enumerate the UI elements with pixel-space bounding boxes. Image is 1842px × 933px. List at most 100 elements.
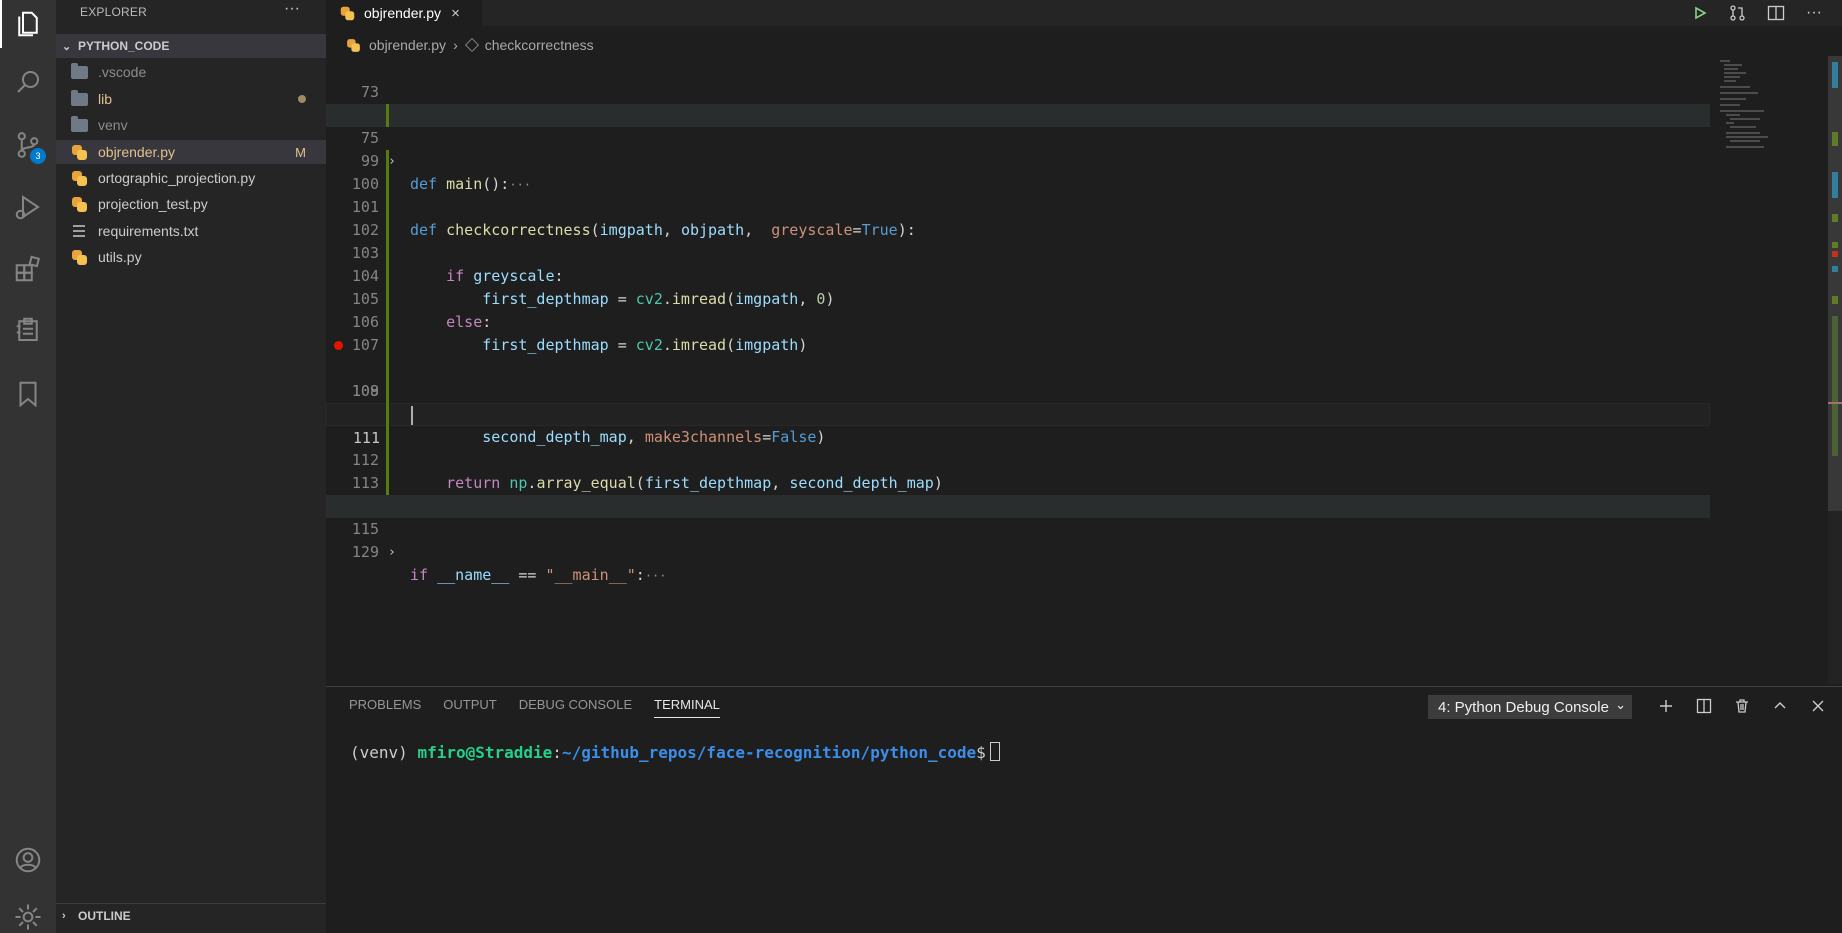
tree-item-label: ortographic_projection.py <box>98 170 256 186</box>
terminal-selector[interactable]: 4: Python Debug Console ⌄ <box>1428 695 1632 719</box>
tree-item-venv[interactable]: venv <box>56 113 326 137</box>
tab-terminal[interactable]: TERMINAL <box>654 697 720 718</box>
tab-debug-console[interactable]: DEBUG CONSOLE <box>519 697 632 718</box>
terminal-user: mfiro@Straddie <box>417 743 553 762</box>
panel-actions <box>1656 695 1828 717</box>
code-line: 113 <box>326 449 1710 492</box>
run-python-button[interactable] <box>1690 3 1710 23</box>
code-editor[interactable]: 73 74 75 › def main():··· 99 100 101 def… <box>326 58 1842 684</box>
folder-icon <box>70 115 88 133</box>
tree-item-projection-test[interactable]: projection_test.py <box>56 192 326 216</box>
folder-header[interactable]: ⌄ PYTHON_CODE <box>56 34 326 58</box>
terminal-path: ~/github_repos/face-recognition/python_c… <box>561 743 977 762</box>
python-file-icon <box>70 170 88 186</box>
code-line: 108 second_depth_map, _ = render_3DModel… <box>326 334 1710 423</box>
tree-item-label: utils.py <box>98 249 142 265</box>
terminal-selector-value: 4: Python Debug Console <box>1438 698 1609 716</box>
code-line: 99 <box>326 127 1710 170</box>
more-actions-icon[interactable]: ··· <box>1804 3 1824 23</box>
chevron-right-icon: › <box>453 37 458 53</box>
code-line: 115 › if __name__ == "__main__":··· <box>326 495 1710 584</box>
breadcrumb-symbol[interactable]: checkcorrectness <box>485 37 594 53</box>
files-icon[interactable] <box>0 0 56 48</box>
tree-item-requirements[interactable]: requirements.txt <box>56 219 326 243</box>
tree-item-label: lib <box>98 91 113 107</box>
split-terminal-button[interactable] <box>1694 695 1714 717</box>
folder-icon <box>70 89 88 107</box>
bookmark-icon[interactable] <box>0 370 56 418</box>
bottom-panel: PROBLEMS OUTPUT DEBUG CONSOLE TERMINAL 4… <box>326 686 1842 933</box>
modified-dot-icon <box>298 95 306 103</box>
folder-name: PYTHON_CODE <box>78 39 170 53</box>
more-actions-icon[interactable]: ··· <box>284 0 300 18</box>
breadcrumb: objrender.py › checkcorrectness <box>326 34 594 56</box>
sidebar-title: EXPLORER <box>80 5 147 19</box>
maximize-panel-button[interactable] <box>1770 695 1790 717</box>
text-file-icon <box>70 223 88 239</box>
chevron-down-icon: ⌄ <box>62 40 72 53</box>
trash-icon[interactable] <box>1732 695 1752 717</box>
split-editor-icon[interactable] <box>1766 3 1786 23</box>
code-line: 105 else: <box>326 265 1710 331</box>
python-file-icon <box>70 249 88 265</box>
extensions-icon[interactable] <box>0 245 56 293</box>
run-debug-icon[interactable] <box>0 183 56 231</box>
tree-item-label: objrender.py <box>98 144 176 160</box>
tree-item-vscode[interactable]: .vscode <box>56 60 326 84</box>
code-line: 100 <box>326 150 1710 193</box>
source-control-icon[interactable]: 3 <box>0 121 56 169</box>
source-control-badge: 3 <box>30 148 46 164</box>
code-line: 101 def checkcorrectness(imgpath, objpat… <box>326 173 1710 239</box>
tree-item-objrender[interactable]: objrender.py M <box>56 140 326 164</box>
tab-objrender[interactable]: objrender.py × <box>326 0 482 26</box>
python-file-icon <box>70 196 88 212</box>
editor-scrollbar[interactable] <box>1828 56 1842 511</box>
code-line: 112 return np.array_equal(first_depthmap… <box>326 426 1710 492</box>
code-line-current: 111 <box>326 403 1710 447</box>
close-icon[interactable]: × <box>451 5 460 22</box>
explorer-sidebar: EXPLORER ··· ⌄ PYTHON_CODE .vscode lib v… <box>56 0 326 933</box>
outline-header[interactable]: › OUTLINE <box>56 903 326 927</box>
fold-chevron-icon[interactable]: › <box>388 541 396 564</box>
python-file-icon <box>340 6 355 20</box>
git-modified-marker <box>386 104 389 127</box>
tree-item-label: .vscode <box>98 64 147 80</box>
folded-ellipsis[interactable]: ··· <box>645 569 667 583</box>
code-line: 106 first_depthmap = cv2.imread(imgpath) <box>326 288 1710 354</box>
open-changes-icon[interactable] <box>1728 3 1748 23</box>
code-line: 73 <box>326 58 1710 101</box>
tree-item-utils[interactable]: utils.py <box>56 245 326 269</box>
tree-item-label: projection_test.py <box>98 196 208 212</box>
gear-icon[interactable] <box>0 893 56 933</box>
code-line: 74 <box>326 81 1710 124</box>
python-file-icon <box>347 38 360 52</box>
minimap[interactable] <box>1720 56 1820 156</box>
breadcrumb-file[interactable]: objrender.py <box>369 37 446 53</box>
code-line: 104 first_depthmap = cv2.imread(imgpath,… <box>326 242 1710 308</box>
code-line: 109 second_depth_map = depth_map_preproc… <box>326 357 1710 423</box>
terminal-cursor <box>989 742 1000 761</box>
line-number: 129 <box>351 543 379 561</box>
tab-problems[interactable]: PROBLEMS <box>349 697 421 718</box>
tree-item-lib[interactable]: lib <box>56 87 326 111</box>
code-line: 102 <box>326 196 1710 239</box>
tree-item-ortographic-projection[interactable]: ortographic_projection.py <box>56 166 326 190</box>
code-line: 129 <box>326 518 1710 561</box>
tab-output[interactable]: OUTPUT <box>443 697 496 718</box>
new-terminal-button[interactable] <box>1656 695 1676 717</box>
terminal-prompt-line[interactable]: (venv) mfiro@Straddie:~/github_repos/fac… <box>350 742 1000 762</box>
close-panel-button[interactable] <box>1808 695 1828 717</box>
code-line: 103 if greyscale: <box>326 219 1710 285</box>
code-line: 110 second_depth_map, make3channels=Fals… <box>326 380 1710 446</box>
chevron-down-icon: ⌄ <box>1611 697 1626 713</box>
breakpoint-icon[interactable] <box>334 341 343 350</box>
git-added-marker <box>386 150 389 495</box>
chevron-right-icon: › <box>62 909 66 922</box>
git-status-badge: M <box>295 144 306 160</box>
symbol-method-icon <box>464 38 479 52</box>
terminal-venv: (venv) <box>350 743 418 762</box>
account-icon[interactable] <box>0 836 56 884</box>
search-icon[interactable] <box>0 58 56 106</box>
code-line: 75 › def main():··· <box>326 104 1710 193</box>
remote-explorer-icon[interactable] <box>0 306 56 354</box>
